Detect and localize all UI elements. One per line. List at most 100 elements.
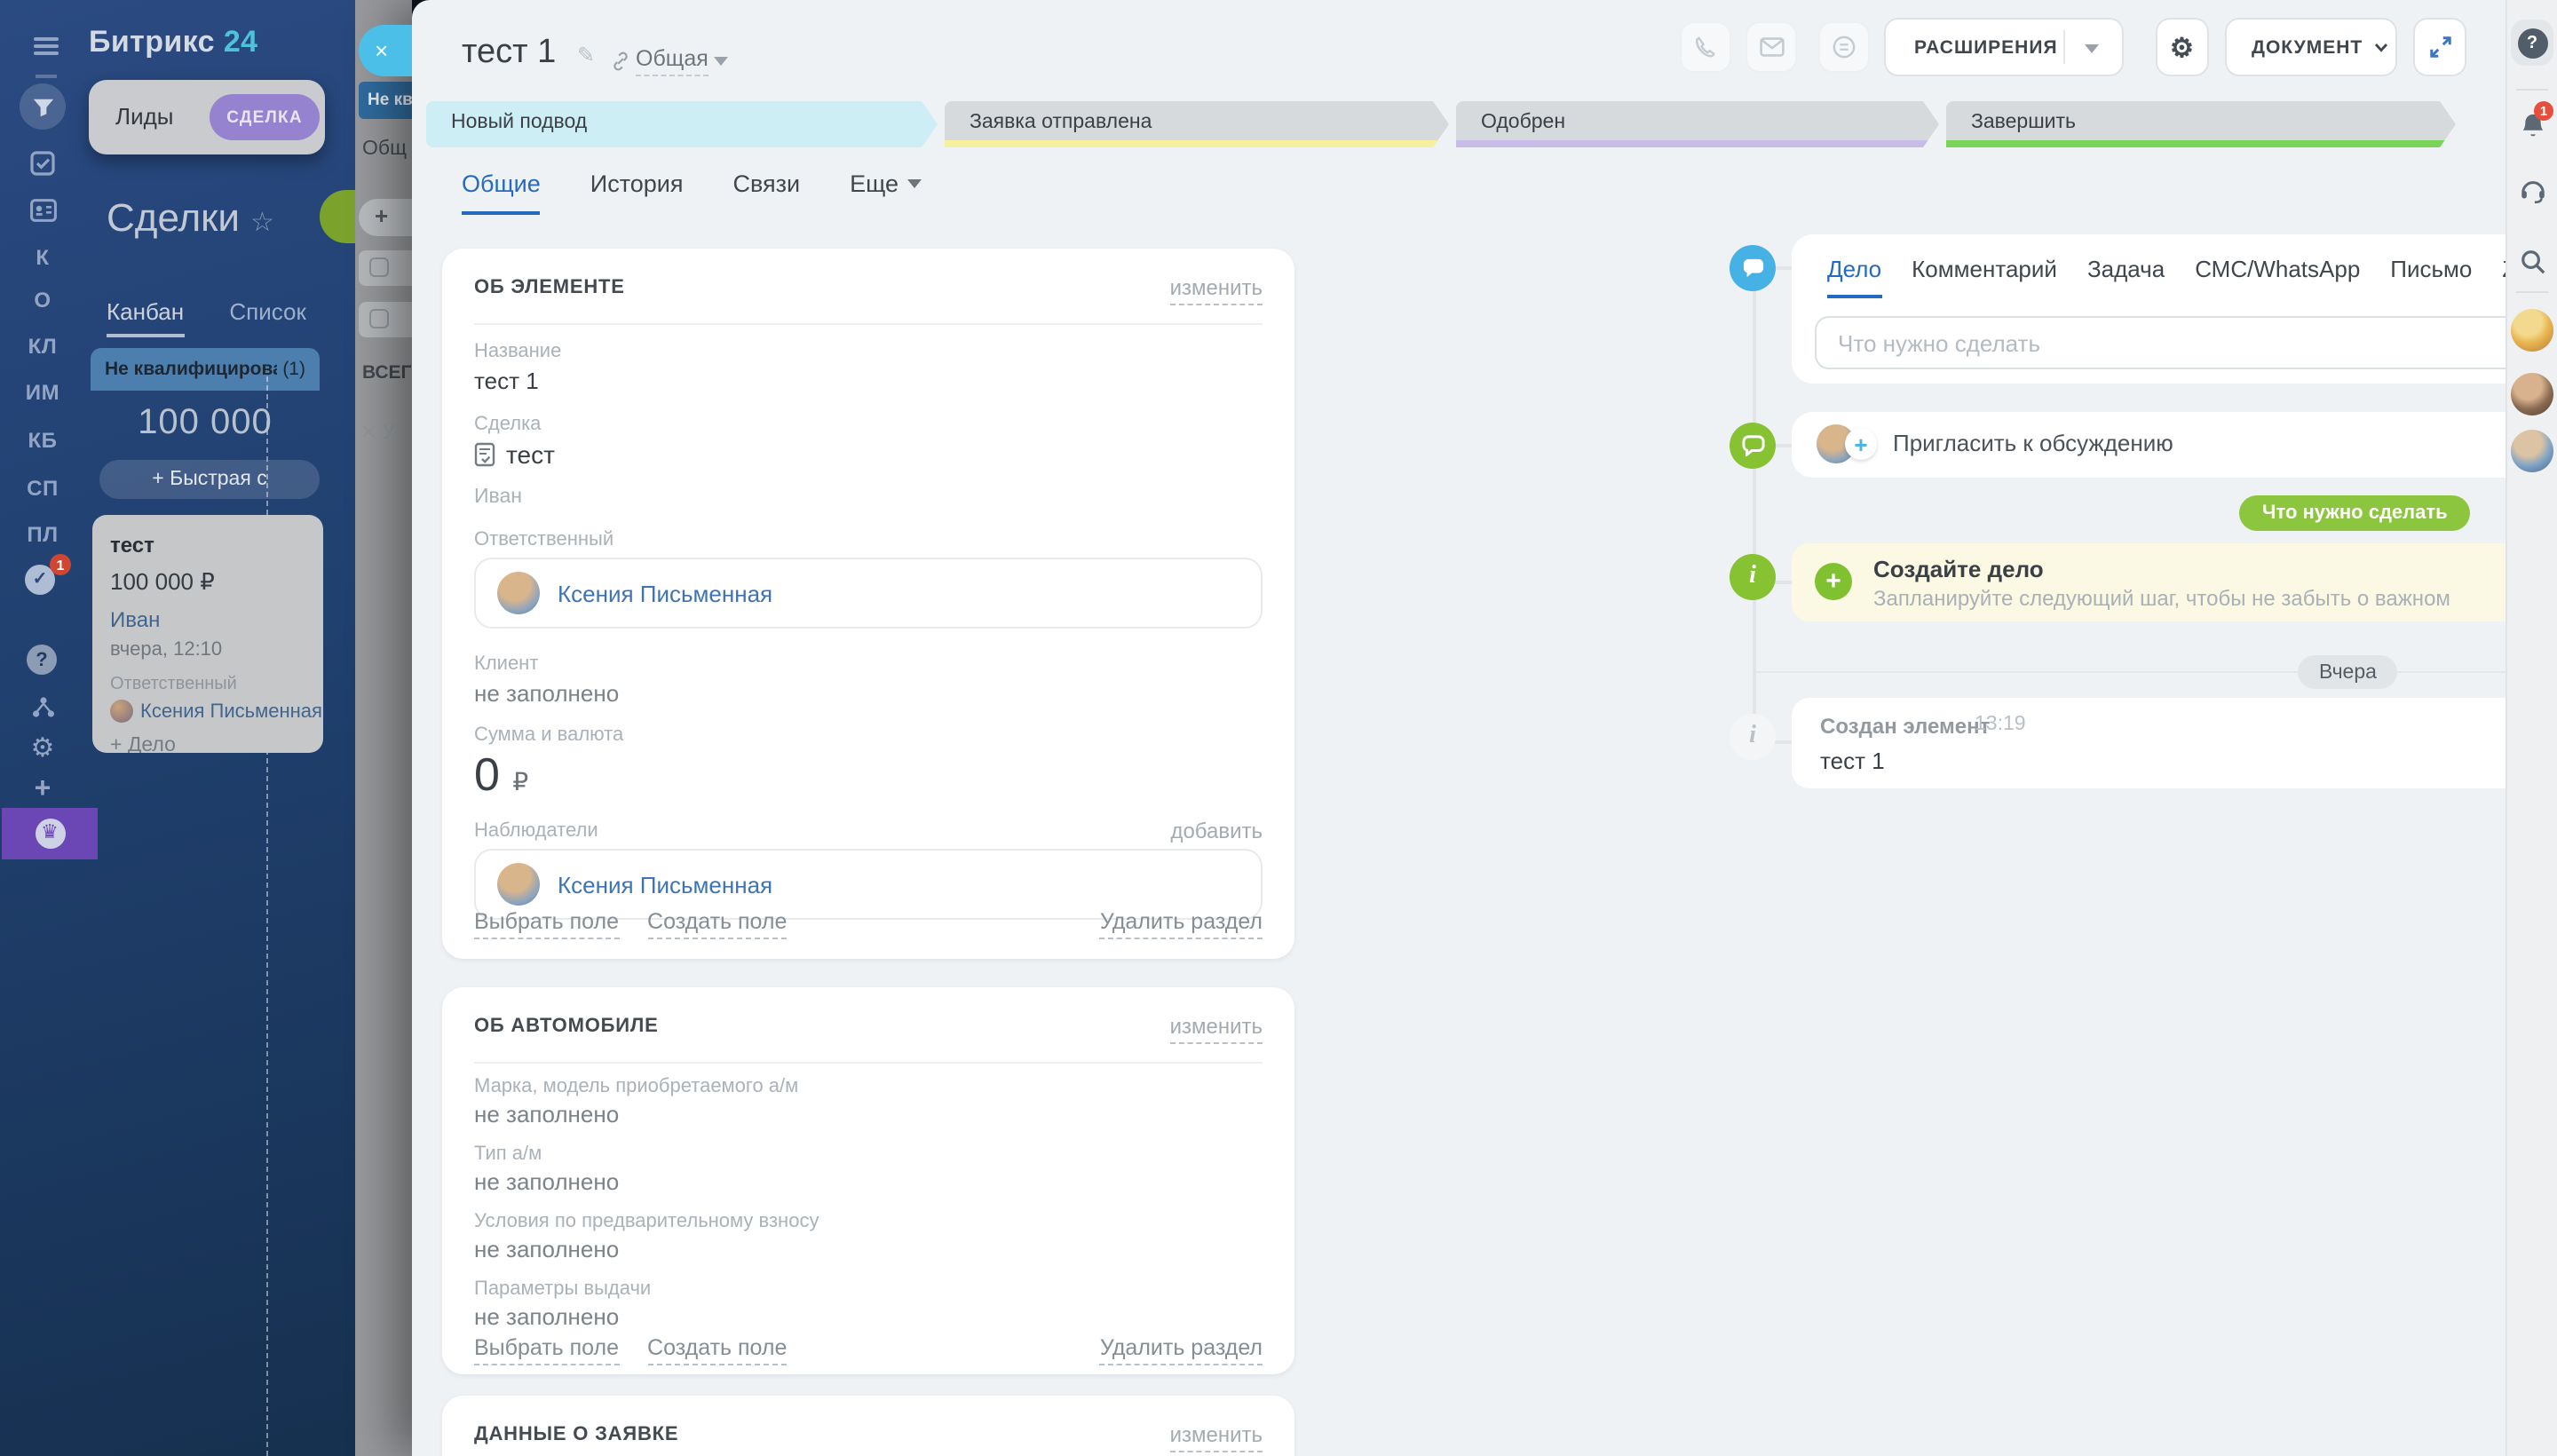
user-avatar[interactable] bbox=[2511, 373, 2553, 415]
sidebar-item-pl[interactable]: ПЛ bbox=[0, 522, 85, 547]
add-participant-icon[interactable]: + bbox=[1845, 428, 1877, 460]
call-button[interactable] bbox=[1680, 21, 1731, 73]
deal-contact[interactable]: Иван bbox=[474, 487, 522, 508]
add-deal-button-fragment[interactable] bbox=[320, 190, 355, 243]
brand-logo[interactable]: Битрикс 24 bbox=[89, 25, 257, 60]
checkbox[interactable] bbox=[369, 257, 389, 277]
chevron-down-icon[interactable] bbox=[2085, 44, 2099, 53]
help-icon[interactable]: ? bbox=[27, 645, 57, 675]
feedback-button[interactable] bbox=[1818, 21, 1870, 73]
deal-card-contact[interactable]: Иван bbox=[110, 607, 305, 632]
section-about-car: ОБ АВТОМОБИЛЕ изменить Марка, модель при… bbox=[442, 987, 1294, 1374]
field-value-client[interactable]: не заполнено bbox=[474, 680, 619, 707]
sidebar-item-im[interactable]: ИМ bbox=[0, 380, 85, 405]
sidebar-item-tariff[interactable]: ♛ bbox=[2, 808, 98, 859]
column-title: Не квалифицирован bbox=[105, 359, 277, 380]
deal-title[interactable]: тест 1 bbox=[462, 34, 556, 73]
watcher-user-link[interactable]: Ксения Письменная bbox=[558, 871, 772, 898]
sidebar-item-kl[interactable]: КЛ bbox=[0, 334, 85, 359]
stage-approved[interactable]: Одобрен bbox=[1456, 101, 1939, 147]
hint-subtitle: Запланируйте следующий шаг, чтобы не заб… bbox=[1873, 586, 2450, 611]
fullscreen-button[interactable] bbox=[2413, 18, 2466, 76]
select-field-link[interactable]: Выбрать поле bbox=[474, 1335, 619, 1365]
edit-section-link[interactable]: изменить bbox=[1170, 275, 1263, 305]
edit-section-link[interactable]: изменить bbox=[1170, 1014, 1263, 1044]
sidebar-item-crm[interactable] bbox=[20, 83, 66, 130]
edit-pencil-icon[interactable]: ✎ bbox=[577, 43, 595, 67]
tab-task[interactable]: Задача bbox=[2087, 256, 2165, 298]
sidebar-item-kb[interactable]: КБ bbox=[0, 428, 85, 453]
delete-section-link[interactable]: Удалить раздел bbox=[1100, 909, 1263, 939]
pipeline-selector[interactable]: Общая bbox=[636, 46, 709, 76]
tab-kanban[interactable]: Канбан bbox=[107, 298, 184, 337]
settings-button[interactable]: ⚙ bbox=[2156, 18, 2209, 76]
deal-card-title[interactable]: тест bbox=[110, 533, 305, 558]
todo-input[interactable] bbox=[1815, 316, 2557, 369]
field-value-issue-params[interactable]: не заполнено bbox=[474, 1303, 619, 1330]
field-value-car-type[interactable]: не заполнено bbox=[474, 1168, 619, 1195]
timeline-entry-created[interactable]: Создан элемент 13:19 тест 1 bbox=[1792, 698, 2557, 788]
deal-card-resp-name[interactable]: Ксения Письменная bbox=[140, 700, 322, 722]
stage-sent[interactable]: Заявка отправлена bbox=[945, 101, 1449, 147]
create-field-link[interactable]: Создать поле bbox=[647, 909, 787, 939]
kanban-column-header[interactable]: Не квалифицирован (1) bbox=[91, 348, 320, 391]
delete-section-link[interactable]: Удалить раздел bbox=[1100, 1335, 1263, 1365]
info-icon: i bbox=[1730, 714, 1776, 760]
sidebar-item-contacts[interactable] bbox=[28, 195, 57, 224]
deal-card-add-todo[interactable]: + Дело bbox=[110, 735, 305, 753]
quick-deal-button[interactable]: + Быстрая с bbox=[99, 460, 320, 499]
tab-todo[interactable]: Дело bbox=[1827, 256, 1881, 298]
tab-general[interactable]: Общие bbox=[462, 170, 541, 215]
menu-icon[interactable] bbox=[34, 37, 59, 55]
sidebar-item-sp[interactable]: СП bbox=[0, 476, 85, 501]
sidebar-item-network[interactable] bbox=[28, 692, 57, 721]
responsible-user-box[interactable]: Ксения Письменная bbox=[474, 558, 1263, 629]
sidebar-item-updates[interactable]: ✓ 1 bbox=[25, 565, 60, 600]
sidebar-item-o[interactable]: О bbox=[0, 288, 85, 313]
tasks-icon bbox=[30, 151, 55, 176]
tab-comment[interactable]: Комментарий bbox=[1912, 256, 2057, 298]
settings-gear-icon[interactable]: ⚙ bbox=[28, 733, 57, 762]
search-button[interactable] bbox=[2516, 245, 2548, 277]
document-button[interactable]: ДОКУМЕНТ bbox=[2225, 18, 2397, 76]
stage-new[interactable]: Новый подвод bbox=[426, 101, 938, 147]
invite-discussion-row[interactable]: + Пригласить к обсуждению bbox=[1792, 412, 2557, 478]
question-icon: ? bbox=[2517, 28, 2547, 58]
add-watcher-link[interactable]: добавить bbox=[1170, 819, 1263, 843]
add-plus-icon[interactable]: + bbox=[28, 776, 57, 804]
create-todo-hint[interactable]: + Создайте дело Запланируйте следующий ш… bbox=[1792, 543, 2557, 621]
tab-email[interactable]: Письмо bbox=[2390, 256, 2472, 298]
tab-links[interactable]: Связи bbox=[733, 170, 801, 215]
tab-list[interactable]: Список bbox=[229, 298, 306, 325]
user-avatar[interactable] bbox=[2511, 309, 2553, 352]
tab-more[interactable]: Еще bbox=[850, 170, 922, 215]
favorite-star-icon[interactable]: ☆ bbox=[250, 206, 274, 238]
help-button[interactable]: ? bbox=[2511, 20, 2553, 66]
tab-sms-whatsapp[interactable]: СМС/WhatsApp bbox=[2195, 256, 2360, 298]
user-avatar[interactable] bbox=[2511, 430, 2553, 472]
extensions-button[interactable]: РАСШИРЕНИЯ bbox=[1884, 18, 2124, 76]
close-slider-button[interactable]: × bbox=[359, 25, 412, 76]
field-label-responsible: Ответственный bbox=[474, 529, 614, 550]
sidebar-item-tasks[interactable] bbox=[28, 149, 57, 178]
field-value-downpayment[interactable]: не заполнено bbox=[474, 1236, 619, 1262]
field-value-amount[interactable]: 0 ₽ bbox=[474, 748, 528, 803]
date-divider: Вчера bbox=[2298, 655, 2398, 689]
email-button[interactable] bbox=[1746, 21, 1797, 73]
field-value-car-model[interactable]: не заполнено bbox=[474, 1101, 619, 1128]
entry-text[interactable]: тест 1 bbox=[1820, 748, 1885, 774]
select-field-link[interactable]: Выбрать поле bbox=[474, 909, 619, 939]
responsible-user-link[interactable]: Ксения Письменная bbox=[558, 580, 772, 606]
create-field-link[interactable]: Создать поле bbox=[647, 1335, 787, 1365]
field-label-downpayment: Условия по предварительному взносу bbox=[474, 1211, 819, 1232]
tab-history[interactable]: История bbox=[590, 170, 684, 215]
checkbox[interactable] bbox=[369, 309, 389, 328]
support-chat-button[interactable] bbox=[2516, 174, 2548, 206]
field-value-name[interactable]: тест 1 bbox=[474, 368, 539, 394]
deal-card[interactable]: тест 100 000 ₽ Иван вчера, 12:10 Ответст… bbox=[92, 515, 323, 753]
stage-finish[interactable]: Завершить bbox=[1946, 101, 2456, 147]
sidebar-item-k[interactable]: К bbox=[0, 245, 85, 270]
detail-tabs: Общие История Связи Еще bbox=[462, 170, 922, 215]
field-value-deal[interactable]: тест bbox=[506, 440, 555, 469]
edit-section-link[interactable]: изменить bbox=[1170, 1422, 1263, 1452]
